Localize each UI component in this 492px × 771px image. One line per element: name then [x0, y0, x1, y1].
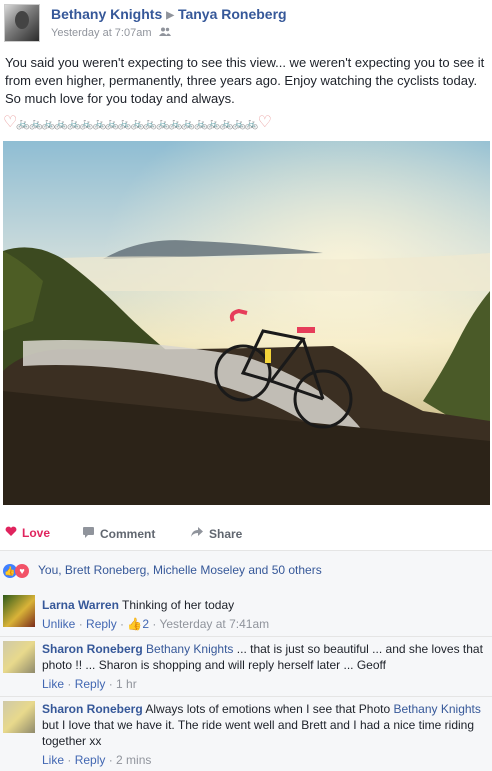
comment-text: Always lots of emotions when I see that … [145, 702, 394, 716]
comments-section: Larna Warren Thinking of her today Unlik… [0, 589, 492, 771]
heart-icon [5, 526, 17, 540]
comment-body: Larna Warren Thinking of her today [42, 597, 488, 613]
share-icon [190, 526, 204, 541]
tagged-user-link[interactable]: Bethany Knights [146, 642, 233, 656]
friends-icon[interactable] [158, 27, 171, 39]
love-reaction-icon: ♥ [15, 564, 29, 578]
like-link[interactable]: Like [42, 677, 64, 691]
commenter-name[interactable]: Sharon Roneberg [42, 642, 143, 656]
tagged-user-link[interactable]: Bethany Knights [394, 702, 481, 716]
comment-body: Sharon Roneberg Always lots of emotions … [42, 701, 488, 749]
post-timestamp[interactable]: Yesterday at 7:07am [51, 27, 152, 39]
post-meta: Yesterday at 7:07am [51, 27, 171, 39]
commenter-name[interactable]: Sharon Roneberg [42, 702, 143, 716]
emoji-line: ♡🚲🚲🚲🚲🚲🚲🚲🚲🚲🚲🚲🚲🚲🚲🚲🚲🚲🚲🚲♡ [3, 112, 272, 131]
comment-timestamp[interactable]: 1 hr [116, 677, 137, 691]
comment-timestamp[interactable]: Yesterday at 7:41am [159, 617, 269, 631]
reply-link[interactable]: Reply [75, 753, 106, 767]
comment-actions: Unlike · Reply · 👍2 · Yesterday at 7:41a… [42, 617, 270, 631]
heart-emoji-icon: ♡ [257, 114, 272, 131]
divider [0, 696, 492, 697]
comment-icon [82, 526, 95, 541]
comment-actions: Like · Reply · 2 mins [42, 753, 152, 767]
reply-link[interactable]: Reply [75, 677, 106, 691]
post-names: Bethany Knights ▶ Tanya Roneberg [51, 6, 287, 22]
author-avatar[interactable] [4, 4, 40, 42]
thumbs-up-icon: 👍 [127, 617, 143, 631]
commenter-avatar[interactable] [3, 701, 35, 733]
comment-text: Thinking of her today [122, 598, 235, 612]
divider [0, 636, 492, 637]
reactions-summary: 👍 ♥ You, Brett Roneberg, Michelle Moseley… [0, 551, 492, 589]
comment-label: Comment [100, 527, 156, 541]
reaction-icons[interactable]: 👍 ♥ [3, 563, 29, 578]
comment-timestamp[interactable]: 2 mins [116, 753, 151, 767]
comment-button[interactable]: Comment [82, 526, 492, 541]
reactions-text[interactable]: You, Brett Roneberg, Michelle Moseley an… [38, 563, 322, 577]
unlike-link[interactable]: Unlike [42, 617, 75, 631]
heart-emoji-icon: ♡ [3, 114, 17, 131]
post-photo[interactable] [3, 141, 490, 505]
post-actions-bar: Love Comment Share [0, 520, 492, 546]
comment-like-count[interactable]: 2 [142, 617, 149, 631]
post-text: You said you weren't expecting to see th… [5, 55, 485, 106]
arrow-right-icon: ▶ [166, 10, 174, 21]
author-name-link[interactable]: Bethany Knights [51, 6, 162, 22]
commenter-avatar[interactable] [3, 595, 35, 627]
love-label: Love [22, 526, 51, 540]
love-button[interactable]: Love [5, 526, 50, 540]
comment-text: but I love that we have it. The ride wen… [42, 718, 475, 748]
comment-body: Sharon Roneberg Bethany Knights ... that… [42, 641, 488, 673]
bicycle-emoji-icon: 🚲🚲🚲🚲🚲🚲🚲🚲🚲🚲🚲🚲🚲🚲🚲🚲🚲🚲🚲 [16, 118, 258, 130]
commenter-name[interactable]: Larna Warren [42, 598, 119, 612]
share-button[interactable]: Share [190, 526, 242, 541]
comment-actions: Like · Reply · 1 hr [42, 677, 137, 691]
share-label: Share [209, 527, 243, 541]
commenter-avatar[interactable] [3, 641, 35, 673]
post-header: Bethany Knights ▶ Tanya Roneberg Yesterday… [0, 0, 492, 50]
reply-link[interactable]: Reply [86, 617, 117, 631]
recipient-name-link[interactable]: Tanya Roneberg [178, 6, 287, 22]
like-link[interactable]: Like [42, 753, 64, 767]
